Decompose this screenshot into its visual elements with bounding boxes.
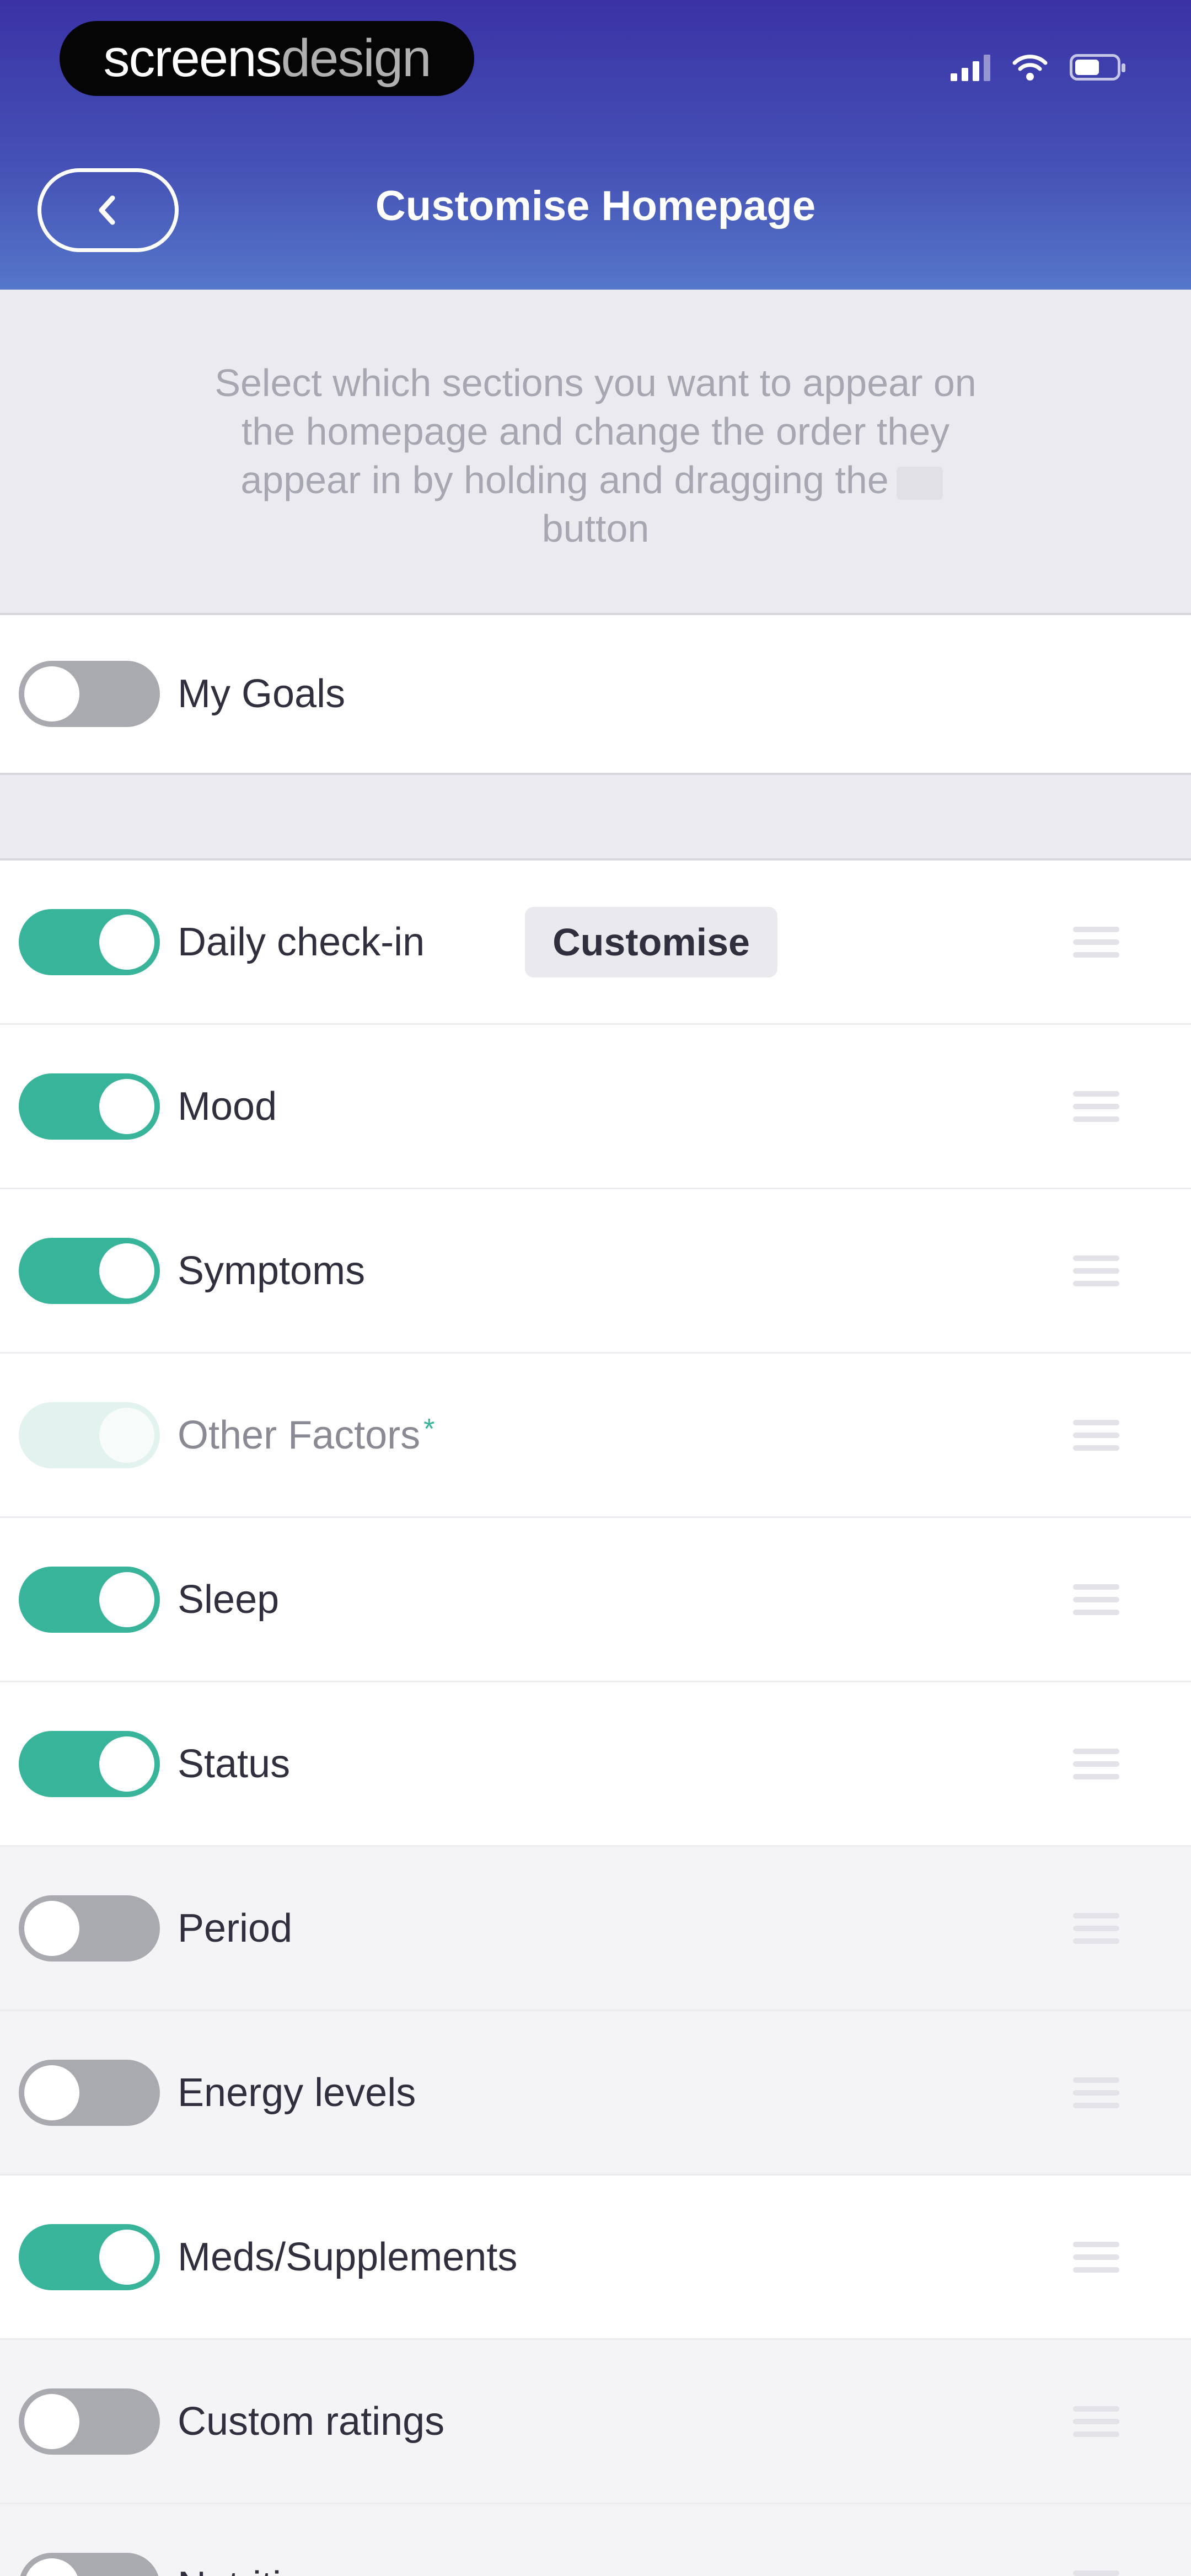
section-row-status: Status [0,1682,1191,1847]
section-row-custom-ratings: Custom ratings [0,2340,1191,2504]
mood-toggle[interactable] [19,1073,160,1140]
sections-list: Daily check-in Customise Mood Symptoms O… [0,861,1191,2576]
drag-handle-icon[interactable] [1070,2234,1123,2280]
symptoms-label: Symptoms [178,1248,366,1293]
page-title: Customise Homepage [375,183,816,229]
sleep-label: Sleep [178,1577,280,1622]
meds-supplements-toggle[interactable] [19,2224,160,2290]
instructions-panel: Select which sections you want to appear… [0,290,1191,615]
customise-homepage-screen: screens design Customise Homepage Select … [0,0,1191,2576]
sleep-toggle[interactable] [19,1566,160,1633]
energy-levels-label: Energy levels [178,2070,416,2115]
status-toggle[interactable] [19,1730,160,1797]
section-row-symptoms: Symptoms [0,1189,1191,1354]
section-row-nutrition: Nutrition [0,2504,1191,2576]
status-icons [951,53,1125,82]
meds-supplements-label: Meds/Supplements [178,2235,518,2279]
goals-toggle[interactable] [19,661,160,727]
instructions-text-after: button [541,507,650,550]
section-divider [0,775,1191,861]
drag-handle-icon[interactable] [1070,1905,1123,1952]
drag-handle-icon[interactable] [1070,919,1123,965]
daily-check-in-label: Daily check-in [178,920,425,964]
drag-handle-sample-icon [896,466,943,500]
energy-levels-toggle[interactable] [19,2059,160,2126]
drag-handle-icon[interactable] [1070,1412,1123,1458]
battery-icon [1070,54,1125,81]
other-factors-label-wrap: Other Factors * [178,1413,434,1458]
signal-icon [951,54,990,81]
drag-handle-icon[interactable] [1070,1576,1123,1623]
nutrition-label: Nutrition [178,2563,325,2576]
screensdesign-watermark: screens design [60,21,474,96]
other-factors-toggle [19,1402,160,1468]
instructions-text: Select which sections you want to appear… [210,359,981,553]
section-row-period: Period [0,1847,1191,2011]
customise-button[interactable]: Customise [525,906,777,977]
watermark-bold-text: screens [103,29,282,88]
symptoms-toggle[interactable] [19,1237,160,1304]
watermark-light-text: design [281,29,432,88]
daily-check-in-toggle[interactable] [19,908,160,975]
mood-label: Mood [178,1084,277,1129]
section-row-sleep: Sleep [0,1518,1191,1682]
section-row-other-factors: Other Factors * [0,1354,1191,1518]
section-row-meds-supplements: Meds/Supplements [0,2176,1191,2340]
section-row-daily-check-in: Daily check-in Customise [0,861,1191,1025]
period-label: Period [178,1906,293,1950]
section-row-mood: Mood [0,1025,1191,1189]
section-row-energy-levels: Energy levels [0,2011,1191,2176]
goals-label: My Goals [178,672,346,716]
drag-handle-icon[interactable] [1070,1248,1123,1294]
drag-handle-icon[interactable] [1070,1741,1123,1787]
drag-handle-icon[interactable] [1070,2563,1123,2576]
drag-handle-icon[interactable] [1070,1083,1123,1130]
custom-ratings-label: Custom ratings [178,2399,445,2444]
goals-row: My Goals [0,615,1191,775]
header: screens design Customise Homepage [0,0,1191,290]
custom-ratings-toggle[interactable] [19,2388,160,2455]
nutrition-toggle[interactable] [19,2552,160,2576]
drag-handle-icon[interactable] [1070,2398,1123,2445]
required-asterisk: * [423,1413,435,1445]
status-label: Status [178,1741,291,1786]
wifi-icon [1012,55,1048,81]
period-toggle[interactable] [19,1895,160,1962]
drag-handle-icon[interactable] [1070,2070,1123,2116]
instructions-text-before: Select which sections you want to appear… [214,361,977,501]
other-factors-label: Other Factors [178,1413,421,1457]
